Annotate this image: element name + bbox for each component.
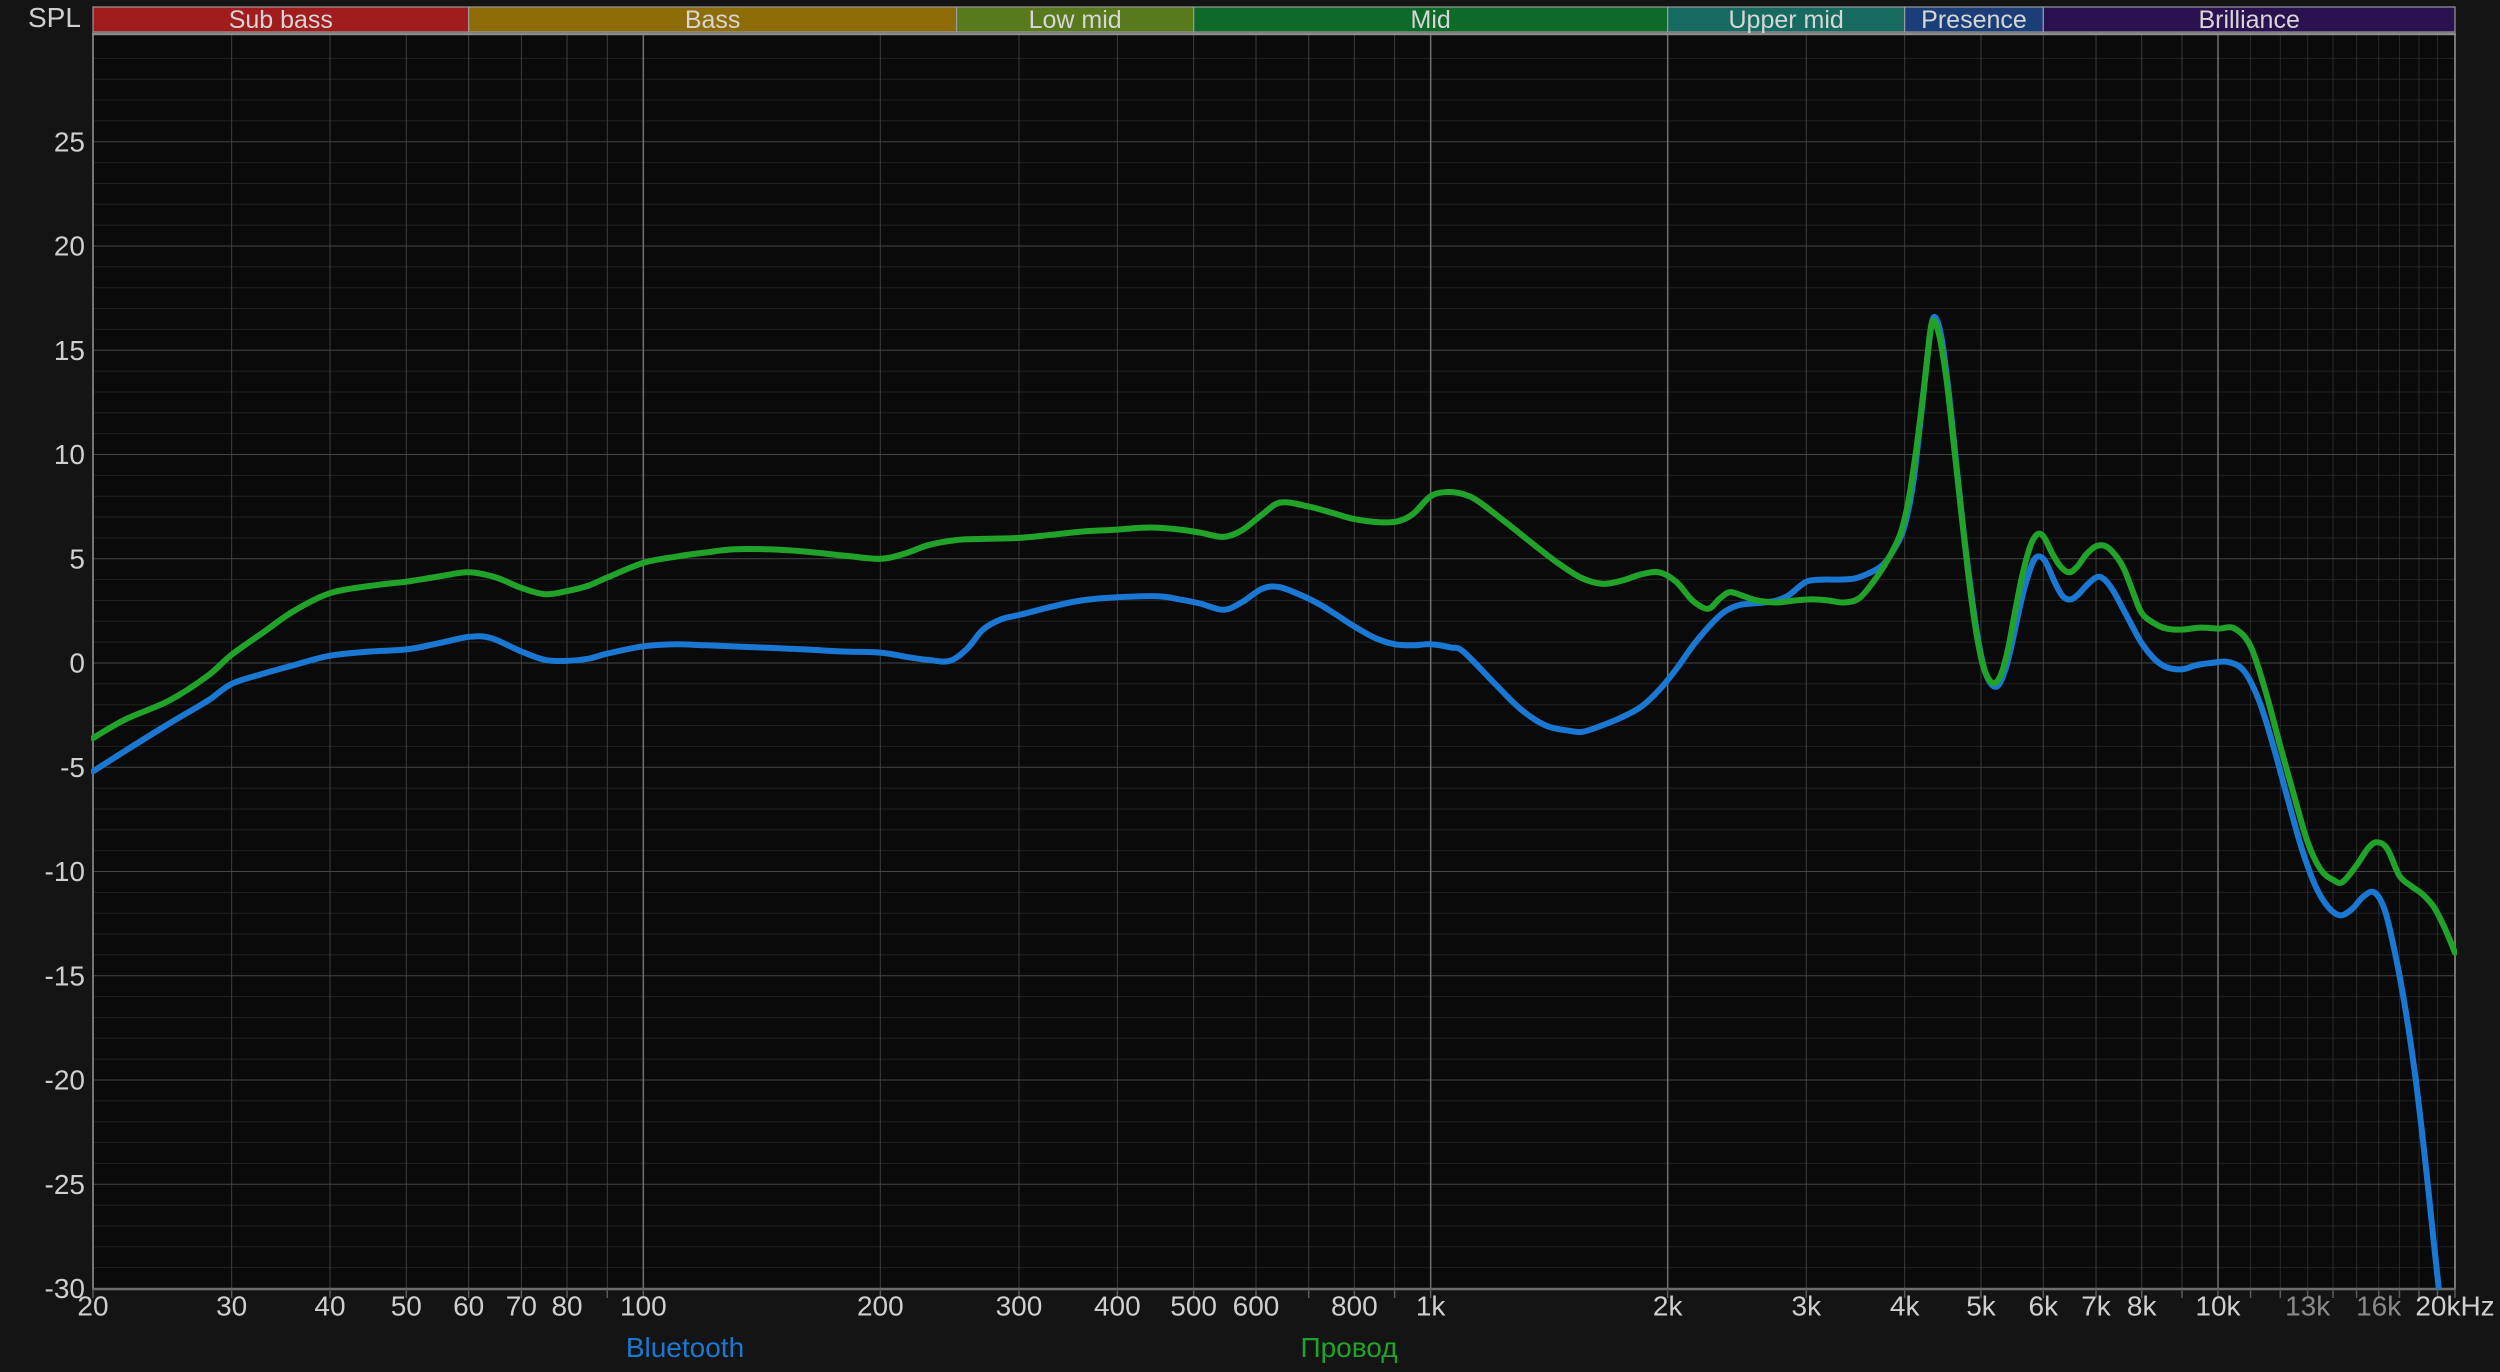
x-tick-label: 500 bbox=[1170, 1291, 1217, 1322]
x-tick-label: 10k bbox=[2195, 1291, 2241, 1322]
y-tick-label: 25 bbox=[54, 126, 85, 157]
y-tick-label: 15 bbox=[54, 335, 85, 366]
band-label: Brilliance bbox=[2198, 6, 2299, 34]
y-tick-label: -15 bbox=[45, 960, 85, 991]
legend-item-bluetooth: Bluetooth bbox=[625, 1332, 745, 1363]
y-tick-label: -10 bbox=[45, 856, 85, 887]
band-label: Sub bass bbox=[229, 6, 333, 34]
x-tick-label: 8k bbox=[2127, 1291, 2158, 1322]
x-tick-label: 20kHz bbox=[2415, 1291, 2494, 1322]
x-tick-label: 1k bbox=[1416, 1291, 1447, 1322]
band-label: Bass bbox=[685, 6, 741, 34]
x-tick-label: 5k bbox=[1966, 1291, 1997, 1322]
band-label: Low mid bbox=[1029, 6, 1122, 34]
x-tick-label: 7k bbox=[2081, 1291, 2112, 1322]
x-tick-label: 16k bbox=[2356, 1291, 2402, 1322]
x-tick-label: 80 bbox=[551, 1291, 582, 1322]
x-tick-label: 6k bbox=[2029, 1291, 2060, 1322]
y-tick-label: 20 bbox=[54, 231, 85, 262]
band-label: Mid bbox=[1411, 6, 1451, 34]
y-tick-label: 10 bbox=[54, 439, 85, 470]
band-label: Upper mid bbox=[1729, 6, 1844, 34]
x-tick-label: 2k bbox=[1653, 1291, 1684, 1322]
x-tick-label: 600 bbox=[1233, 1291, 1280, 1322]
chart-canvas: Sub bass Bass Low mid Mid Upper mid Presence B… bbox=[0, 0, 2500, 1372]
x-tick-label: 30 bbox=[216, 1291, 247, 1322]
x-tick-label: 4k bbox=[1890, 1291, 1921, 1322]
x-tick-label: 60 bbox=[453, 1291, 484, 1322]
y-tick-label: -25 bbox=[45, 1169, 85, 1200]
band-label: Presence bbox=[1921, 6, 2027, 34]
x-tick-label: 400 bbox=[1094, 1291, 1141, 1322]
frequency-response-chart: Sub bass Bass Low mid Mid Upper mid Presence B… bbox=[0, 0, 2500, 1372]
x-tick-label: 40 bbox=[314, 1291, 345, 1322]
legend-item-wired: Провод bbox=[1300, 1332, 1398, 1363]
y-tick-label: -5 bbox=[60, 752, 85, 783]
x-tick-label: 13k bbox=[2285, 1291, 2331, 1322]
y-axis-title: SPL bbox=[28, 2, 81, 33]
y-tick-label: 0 bbox=[69, 648, 85, 679]
x-tick-label: 100 bbox=[620, 1291, 667, 1322]
y-tick-label: -20 bbox=[45, 1065, 85, 1096]
x-tick-label: 800 bbox=[1331, 1291, 1378, 1322]
x-tick-label: 3k bbox=[1792, 1291, 1823, 1322]
x-tick-label: 300 bbox=[996, 1291, 1043, 1322]
x-tick-label: 200 bbox=[857, 1291, 904, 1322]
x-tick-label: 20 bbox=[77, 1291, 108, 1322]
y-tick-label: 5 bbox=[69, 543, 85, 574]
legend: Bluetooth Провод bbox=[0, 1332, 2500, 1366]
x-tick-label: 70 bbox=[506, 1291, 537, 1322]
x-tick-label: 50 bbox=[391, 1291, 422, 1322]
